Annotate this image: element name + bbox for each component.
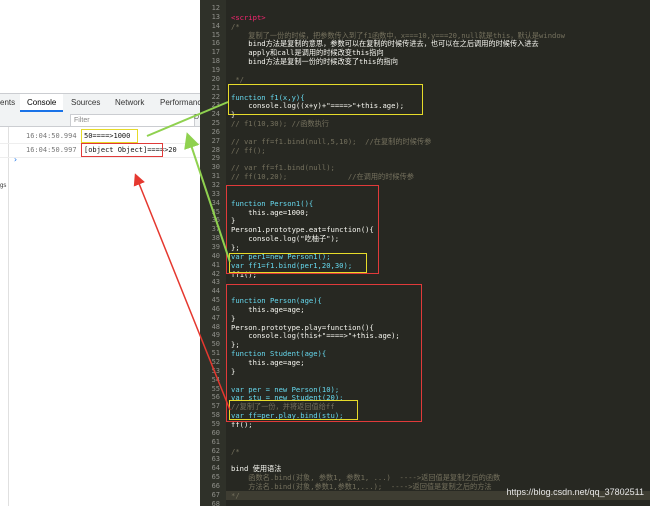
code-line: // ff(10,20); //在调用的时候传参 — [231, 172, 414, 181]
code-line: bind 使用语法 — [231, 464, 281, 473]
line-number: 68 — [200, 500, 220, 508]
line-number: 14 — [200, 22, 220, 30]
filter-input[interactable]: Filter — [70, 114, 195, 127]
code-line: <script> — [231, 13, 266, 22]
line-number: 44 — [200, 287, 220, 295]
line-number: 66 — [200, 482, 220, 490]
line-number: 58 — [200, 411, 220, 419]
line-number: 36 — [200, 216, 220, 224]
line-number: 34 — [200, 199, 220, 207]
code-line: // var ff=f1.bind(null); — [231, 163, 335, 172]
sidebar-fragment: gs — [0, 183, 6, 189]
line-number: 19 — [200, 66, 220, 74]
code-line: // ff(); — [231, 146, 266, 155]
line-number: 22 — [200, 93, 220, 101]
console-prompt-icon[interactable]: › — [13, 155, 18, 164]
devtools-panel: ents Console Sources Network Performanc … — [0, 0, 200, 506]
console-sidebar: gs — [0, 127, 9, 506]
tab-performance[interactable]: Performanc — [160, 94, 201, 112]
line-number: 30 — [200, 163, 220, 171]
code-line: */ — [231, 491, 240, 500]
tab-elements[interactable]: ents — [0, 94, 15, 112]
line-number: 51 — [200, 349, 220, 357]
line-number: 12 — [200, 4, 220, 12]
default-levels-dropdown[interactable]: D — [194, 114, 199, 121]
devtools-top-blank — [0, 0, 200, 92]
line-number: 41 — [200, 261, 220, 269]
line-number: 43 — [200, 278, 220, 286]
tab-network[interactable]: Network — [115, 94, 144, 112]
line-number: 61 — [200, 438, 220, 446]
line-number: 49 — [200, 331, 220, 339]
code-line: 复制了一份的时候，把参数传入到了f1函数中，x===10,y===20,null… — [231, 31, 565, 40]
watermark: https://blog.csdn.net/qq_37802511 — [507, 487, 644, 497]
line-number: 37 — [200, 225, 220, 233]
code-line: /* — [231, 22, 240, 31]
line-number: 64 — [200, 464, 220, 472]
line-number: 62 — [200, 447, 220, 455]
line-number: 65 — [200, 473, 220, 481]
line-number: 27 — [200, 137, 220, 145]
code-highlight-ff — [229, 400, 358, 420]
log-timestamp: 16:04:50.997 — [26, 144, 77, 157]
line-number: 52 — [200, 358, 220, 366]
line-number: 53 — [200, 367, 220, 375]
line-number: 56 — [200, 393, 220, 401]
line-number: 31 — [200, 172, 220, 180]
tab-sources[interactable]: Sources — [71, 94, 100, 112]
line-number: 29 — [200, 154, 220, 162]
line-number: 60 — [200, 429, 220, 437]
console-highlight-red — [81, 143, 163, 157]
code-highlight-ff1 — [229, 253, 367, 273]
line-number: 25 — [200, 119, 220, 127]
line-number: 24 — [200, 110, 220, 118]
line-number: 63 — [200, 455, 220, 463]
log-timestamp: 16:04:50.994 — [26, 130, 77, 143]
line-number: 45 — [200, 296, 220, 304]
line-number: 40 — [200, 252, 220, 260]
code-line: 函数名.bind(对象, 参数1, 参数1, ...) ---->返回值是复制之… — [231, 473, 500, 482]
line-number: 57 — [200, 402, 220, 410]
line-number: 59 — [200, 420, 220, 428]
line-number: 46 — [200, 305, 220, 313]
line-number: 15 — [200, 31, 220, 39]
line-number: 26 — [200, 128, 220, 136]
line-number: 39 — [200, 243, 220, 251]
line-number: 55 — [200, 385, 220, 393]
console-highlight-yellow — [81, 129, 138, 143]
code-line: apply和call是调用的时候改变this指向 — [231, 48, 384, 57]
tab-console[interactable]: Console — [20, 94, 63, 112]
line-number: 20 — [200, 75, 220, 83]
code-editor[interactable]: 1213 <script> 14 /* 15 复制了一份的时候，把参数传入到了f1函数中… — [200, 0, 650, 506]
line-number: 48 — [200, 323, 220, 331]
line-number: 54 — [200, 376, 220, 384]
code-line: */ — [231, 75, 244, 84]
line-number: 33 — [200, 190, 220, 198]
line-number: 16 — [200, 39, 220, 47]
code-line: bind方法是复制的意思，参数可以在复制的时候传进去，也可以在之后调用的时候传入… — [231, 39, 539, 48]
line-number: 50 — [200, 340, 220, 348]
code-line: // var ff=f1.bind(null,5,10); //在复制的时候传参 — [231, 137, 431, 146]
line-number: 18 — [200, 57, 220, 65]
devtools-tabbar: ents Console Sources Network Performanc — [0, 93, 200, 113]
line-number: 21 — [200, 84, 220, 92]
code-line: 方法名.bind(对象,参数1,参数1,...); ---->返回值是复制之后的… — [231, 482, 492, 491]
line-number: 35 — [200, 208, 220, 216]
line-number: 42 — [200, 270, 220, 278]
line-number: 23 — [200, 101, 220, 109]
code-line: /* — [231, 447, 240, 456]
line-number: 38 — [200, 234, 220, 242]
line-number: 28 — [200, 146, 220, 154]
code-line: bind方法是复制一份的时候改变了this的指向 — [231, 57, 398, 66]
code-line: // f1(10,30); //函数执行 — [231, 119, 329, 128]
line-number: 17 — [200, 48, 220, 56]
line-number: 32 — [200, 181, 220, 189]
code-highlight-f1 — [228, 84, 423, 115]
line-number: 47 — [200, 314, 220, 322]
line-number: 13 — [200, 13, 220, 21]
line-number: 67 — [200, 491, 220, 499]
